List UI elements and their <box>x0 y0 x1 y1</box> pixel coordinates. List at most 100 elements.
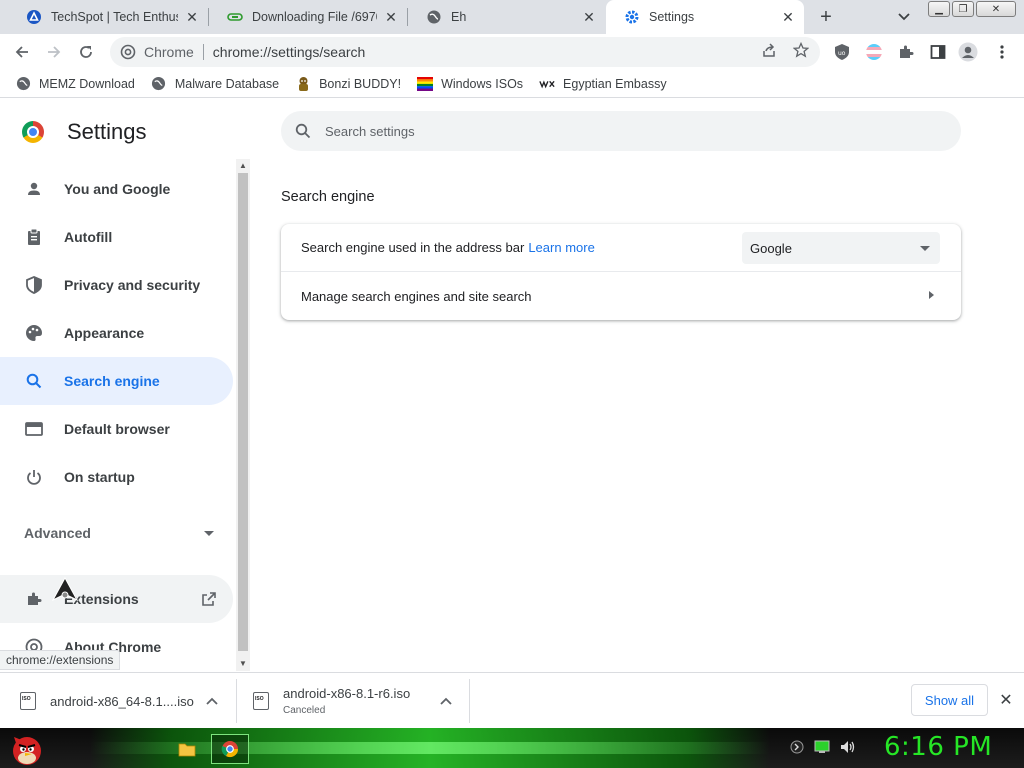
bookmark-malware-database[interactable]: Malware Database <box>151 76 279 92</box>
tab-search-button[interactable] <box>892 5 916 29</box>
tab-settings[interactable]: Settings ✕ <box>606 0 804 34</box>
back-arrow-icon <box>15 46 28 58</box>
sidebar-item-privacy-and-security[interactable]: Privacy and security <box>0 261 233 309</box>
download-item[interactable]: android-x86_64-8.1....iso <box>20 673 194 729</box>
bookmark-label: Bonzi BUDDY! <box>319 76 402 91</box>
page-title: Settings <box>67 119 147 144</box>
open-in-new-icon <box>200 590 218 608</box>
close-icon[interactable]: ✕ <box>581 9 597 25</box>
bookmark-label: MEMZ Download <box>39 76 135 91</box>
side-panel-icon[interactable] <box>928 42 948 62</box>
taskbar: 6:16 PM <box>0 728 1024 768</box>
sidebar-item-default-browser[interactable]: Default browser <box>0 405 233 453</box>
search-settings-input[interactable]: Search settings <box>281 111 961 151</box>
scroll-up-arrow-icon[interactable]: ▲ <box>239 161 247 170</box>
shield-icon <box>24 275 44 295</box>
download-shelf: android-x86_64-8.1....iso android-x86-8.… <box>0 672 1024 728</box>
scroll-down-arrow-icon[interactable]: ▼ <box>239 659 247 668</box>
sidebar-item-label: You and Google <box>64 181 171 197</box>
share-icon[interactable] <box>760 41 778 59</box>
select-value: Google <box>750 240 792 256</box>
learn-more-link[interactable]: Learn more <box>528 240 594 255</box>
sidebar-item-autofill[interactable]: Autofill <box>0 213 233 261</box>
search-placeholder: Search settings <box>325 123 415 139</box>
site-chip-label: Chrome <box>144 44 194 60</box>
search-engine-row: Search engine used in the address bar Le… <box>281 224 961 272</box>
section-title: Search engine <box>281 189 375 205</box>
sidebar-item-label: On startup <box>64 469 135 485</box>
clipboard-icon <box>24 227 44 247</box>
sidebar-scrollbar[interactable]: ▲ ▼ <box>236 159 250 671</box>
chevron-up-icon[interactable] <box>439 694 453 708</box>
back-button[interactable] <box>8 38 36 66</box>
cursor-icon <box>52 577 78 601</box>
close-icon[interactable]: ✕ <box>997 691 1015 709</box>
tab-eh[interactable]: Eh ✕ <box>408 0 605 34</box>
sidebar-item-label: Default browser <box>64 421 170 437</box>
close-icon[interactable]: ✕ <box>184 9 200 25</box>
bookmark-memz-download[interactable]: MEMZ Download <box>15 76 135 92</box>
rainbow-flag-icon <box>417 76 434 92</box>
chevron-up-icon[interactable] <box>205 694 219 708</box>
search-engine-select[interactable]: Google <box>742 232 940 264</box>
network-icon[interactable] <box>814 740 830 757</box>
bookmark-egyptian-embassy[interactable]: Egyptian Embassy <box>539 76 667 92</box>
sidebar-item-appearance[interactable]: Appearance <box>0 309 233 357</box>
iso-file-icon <box>20 692 36 710</box>
minimize-button[interactable]: ▁ <box>928 1 950 17</box>
sidebar-item-you-and-google[interactable]: You and Google <box>0 165 233 213</box>
sidebar-item-extensions[interactable]: Extensions <box>0 575 233 623</box>
globe-icon <box>151 76 167 92</box>
puzzle-icon[interactable] <box>896 42 916 62</box>
bookmark-star-icon[interactable] <box>792 41 810 59</box>
angry-bird-start-icon[interactable] <box>6 729 48 767</box>
search-engine-card: Search engine used in the address bar Le… <box>281 224 961 320</box>
manage-search-engines-row[interactable]: Manage search engines and site search <box>281 272 961 320</box>
sidebar-item-label: Search engine <box>64 373 160 389</box>
download-divider <box>236 679 237 723</box>
tab-title: TechSpot | Tech Enthusiast <box>51 10 178 24</box>
advanced-label: Advanced <box>24 525 91 541</box>
sidebar-advanced-toggle[interactable]: Advanced <box>24 525 214 541</box>
arrow-right-icon <box>929 291 934 299</box>
caret-down-icon <box>920 245 930 251</box>
close-icon[interactable]: ✕ <box>780 9 796 25</box>
tab-downloading-file[interactable]: Downloading File /69704 ✕ <box>209 0 407 34</box>
sidebar-item-search-engine[interactable]: Search engine <box>0 357 233 405</box>
new-tab-button[interactable]: + <box>812 5 840 29</box>
taskbar-chrome[interactable] <box>211 734 249 764</box>
bookmark-windows-isos[interactable]: Windows ISOs <box>417 76 523 92</box>
sidebar-item-on-startup[interactable]: On startup <box>0 453 233 501</box>
show-all-button[interactable]: Show all <box>911 684 988 716</box>
omnibox-divider <box>202 44 204 60</box>
bookmark-bonzi-buddy[interactable]: Bonzi BUDDY! <box>295 76 401 92</box>
reload-icon <box>80 46 92 58</box>
download-info: android-x86-8.1-r6.iso Canceled <box>283 686 410 716</box>
profile-avatar[interactable] <box>958 42 978 62</box>
bookmark-label: Egyptian Embassy <box>563 76 667 91</box>
sidebar-item-label: Privacy and security <box>64 277 201 293</box>
site-chip[interactable]: Chrome <box>120 44 194 60</box>
forward-button[interactable] <box>40 38 68 66</box>
toolbar: Chrome chrome://settings/search uo <box>0 34 1024 70</box>
tray-expand-icon[interactable] <box>790 740 804 757</box>
bookmark-label: Malware Database <box>174 76 280 91</box>
power-icon <box>24 467 44 487</box>
trans-flag-extension-icon[interactable] <box>864 42 884 62</box>
taskbar-clock[interactable]: 6:16 PM <box>884 732 992 762</box>
tab-techspot[interactable]: TechSpot | Tech Enthusiast ✕ <box>8 0 208 34</box>
taskbar-file-explorer[interactable] <box>168 734 206 764</box>
window-close-button[interactable]: ✕ <box>976 1 1016 17</box>
download-item[interactable]: android-x86-8.1-r6.iso Canceled <box>253 673 410 729</box>
chrome-icon <box>120 44 136 60</box>
volume-icon[interactable] <box>840 740 856 757</box>
restore-button[interactable]: ❐ <box>952 1 974 17</box>
ublock-icon[interactable]: uo <box>832 42 852 62</box>
address-bar[interactable]: Chrome chrome://settings/search <box>110 37 820 67</box>
tab-title: Settings <box>649 10 695 24</box>
kebab-menu-icon[interactable] <box>992 42 1012 62</box>
close-icon[interactable]: ✕ <box>383 9 399 25</box>
scrollbar-thumb[interactable] <box>238 173 248 651</box>
reload-button[interactable] <box>72 38 100 66</box>
chrome-logo-icon <box>22 121 44 143</box>
